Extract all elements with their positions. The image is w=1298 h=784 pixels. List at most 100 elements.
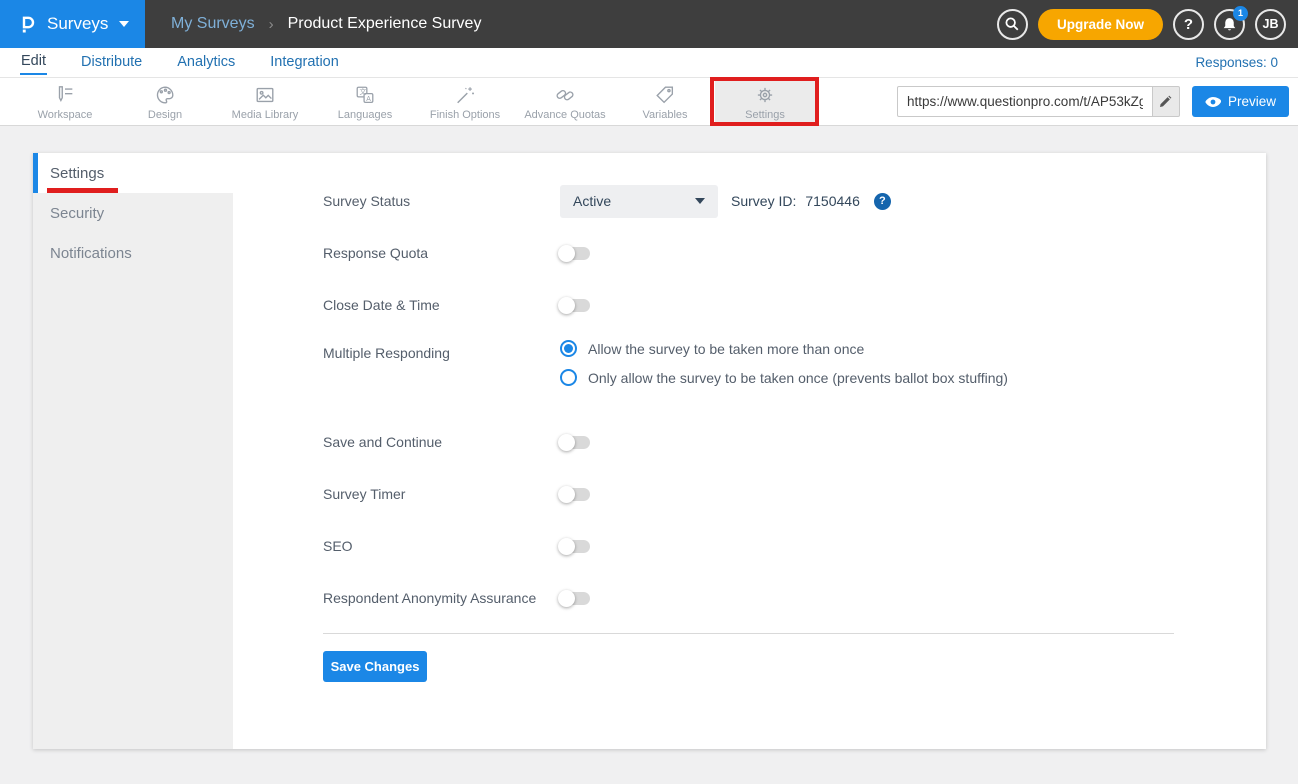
survey-status-label: Survey Status bbox=[323, 193, 560, 209]
sidebar-rest: Security Notifications bbox=[33, 193, 233, 749]
survey-status-row: Survey Status Active Survey ID: 7150446 … bbox=[323, 175, 1174, 227]
eye-icon bbox=[1205, 96, 1221, 108]
anonymity-label: Respondent Anonymity Assurance bbox=[323, 590, 560, 606]
workspace-icon bbox=[54, 84, 76, 106]
save-continue-row: Save and Continue bbox=[323, 416, 1174, 468]
avatar[interactable]: JB bbox=[1255, 9, 1286, 40]
anonymity-row: Respondent Anonymity Assurance bbox=[323, 572, 1174, 624]
radio-option-once[interactable]: Only allow the survey to be taken once (… bbox=[560, 369, 1008, 386]
notification-badge: 1 bbox=[1233, 6, 1248, 21]
toolbar-item-finish-options[interactable]: Finish Options bbox=[415, 78, 515, 125]
survey-url-group bbox=[897, 86, 1180, 117]
close-date-row: Close Date & Time bbox=[323, 279, 1174, 331]
survey-status-value: Active bbox=[573, 193, 611, 209]
avatar-initials: JB bbox=[1263, 17, 1279, 31]
upgrade-now-button[interactable]: Upgrade Now bbox=[1038, 9, 1163, 40]
help-icon[interactable]: ? bbox=[874, 193, 891, 210]
edit-toolbar: Workspace Design Media Library 文 A bbox=[0, 77, 1298, 126]
radio-selected-icon[interactable] bbox=[560, 340, 577, 357]
response-quota-label: Response Quota bbox=[323, 245, 560, 261]
question-mark-icon: ? bbox=[1184, 16, 1193, 33]
pencil-icon bbox=[1159, 95, 1172, 108]
responses-count[interactable]: Responses: 0 bbox=[1195, 55, 1278, 70]
survey-timer-label: Survey Timer bbox=[323, 486, 560, 502]
chevron-down-icon bbox=[119, 21, 129, 27]
section-tabbar: Edit Distribute Analytics Integration Re… bbox=[0, 48, 1298, 77]
form-divider bbox=[323, 633, 1174, 634]
svg-text:A: A bbox=[366, 96, 371, 103]
tab-analytics[interactable]: Analytics bbox=[176, 51, 236, 74]
seo-row: SEO bbox=[323, 520, 1174, 572]
search-button[interactable] bbox=[997, 9, 1028, 40]
sidebar-item-security[interactable]: Security bbox=[33, 193, 233, 233]
multiple-responding-row: Multiple Responding Allow the survey to … bbox=[323, 331, 1174, 416]
notifications-button[interactable]: 1 bbox=[1214, 9, 1245, 40]
header-actions: Upgrade Now ? 1 JB bbox=[997, 0, 1298, 48]
search-icon bbox=[1004, 16, 1020, 32]
survey-id-label: Survey ID: bbox=[731, 193, 796, 209]
response-quota-toggle[interactable] bbox=[560, 247, 590, 260]
toolbar-item-design[interactable]: Design bbox=[115, 78, 215, 125]
sidebar-item-notifications[interactable]: Notifications bbox=[33, 233, 233, 273]
multiple-responding-options: Allow the survey to be taken more than o… bbox=[560, 331, 1008, 386]
edit-url-button[interactable] bbox=[1153, 86, 1180, 117]
svg-text:文: 文 bbox=[360, 87, 367, 96]
toggle-knob bbox=[558, 297, 575, 314]
toolbar-item-media-library[interactable]: Media Library bbox=[215, 78, 315, 125]
toggle-knob bbox=[558, 245, 575, 262]
toolbar-item-languages[interactable]: 文 A Languages bbox=[315, 78, 415, 125]
settings-sidebar: Settings Security Notifications bbox=[33, 153, 233, 749]
help-button[interactable]: ? bbox=[1173, 9, 1204, 40]
settings-form: Survey Status Active Survey ID: 7150446 … bbox=[233, 153, 1266, 749]
save-continue-toggle[interactable] bbox=[560, 436, 590, 449]
survey-id-value: 7150446 bbox=[805, 193, 860, 209]
breadcrumb-current: Product Experience Survey bbox=[288, 15, 482, 33]
design-icon bbox=[154, 84, 176, 106]
brand-label: Surveys bbox=[47, 14, 108, 34]
toggle-knob bbox=[558, 486, 575, 503]
toolbar-item-settings[interactable]: Settings bbox=[715, 78, 815, 125]
advance-quotas-icon bbox=[554, 84, 576, 106]
survey-id: Survey ID: 7150446 ? bbox=[731, 193, 891, 210]
breadcrumb-parent[interactable]: My Surveys bbox=[171, 15, 255, 33]
breadcrumb-separator-icon: › bbox=[269, 16, 274, 33]
toggle-knob bbox=[558, 538, 575, 555]
response-quota-row: Response Quota bbox=[323, 227, 1174, 279]
toggle-knob bbox=[558, 590, 575, 607]
tab-edit[interactable]: Edit bbox=[20, 50, 47, 75]
settings-icon bbox=[754, 84, 776, 106]
anonymity-toggle[interactable] bbox=[560, 592, 590, 605]
breadcrumb: My Surveys › Product Experience Survey bbox=[171, 0, 481, 48]
survey-url-input[interactable] bbox=[897, 86, 1153, 117]
variables-icon bbox=[654, 84, 676, 106]
seo-toggle[interactable] bbox=[560, 540, 590, 553]
settings-card: Settings Security Notifications Survey S… bbox=[33, 153, 1266, 749]
radio-unselected-icon[interactable] bbox=[560, 369, 577, 386]
close-date-toggle[interactable] bbox=[560, 299, 590, 312]
tab-integration[interactable]: Integration bbox=[269, 51, 340, 74]
toolbar-item-workspace[interactable]: Workspace bbox=[15, 78, 115, 125]
multiple-responding-label: Multiple Responding bbox=[323, 345, 560, 361]
red-annotation-underline bbox=[47, 188, 118, 193]
toggle-knob bbox=[558, 434, 575, 451]
finish-options-icon bbox=[454, 84, 476, 106]
content-area: Settings Security Notifications Survey S… bbox=[0, 126, 1298, 749]
radio-option-multiple[interactable]: Allow the survey to be taken more than o… bbox=[560, 340, 1008, 357]
top-header: Surveys My Surveys › Product Experience … bbox=[0, 0, 1298, 48]
survey-timer-row: Survey Timer bbox=[323, 468, 1174, 520]
toolbar-item-advance-quotas[interactable]: Advance Quotas bbox=[515, 78, 615, 125]
survey-status-select[interactable]: Active bbox=[560, 185, 718, 218]
preview-button[interactable]: Preview bbox=[1192, 86, 1289, 117]
tab-distribute[interactable]: Distribute bbox=[80, 51, 143, 74]
save-changes-button[interactable]: Save Changes bbox=[323, 651, 427, 682]
sidebar-item-settings[interactable]: Settings bbox=[33, 153, 233, 193]
toolbar-item-variables[interactable]: Variables bbox=[615, 78, 715, 125]
save-continue-label: Save and Continue bbox=[323, 434, 560, 450]
close-date-label: Close Date & Time bbox=[323, 297, 560, 313]
media-library-icon bbox=[254, 84, 276, 106]
seo-label: SEO bbox=[323, 538, 560, 554]
questionpro-logo-icon bbox=[16, 13, 38, 35]
chevron-down-icon bbox=[695, 198, 705, 204]
survey-timer-toggle[interactable] bbox=[560, 488, 590, 501]
brand-menu[interactable]: Surveys bbox=[0, 0, 145, 48]
